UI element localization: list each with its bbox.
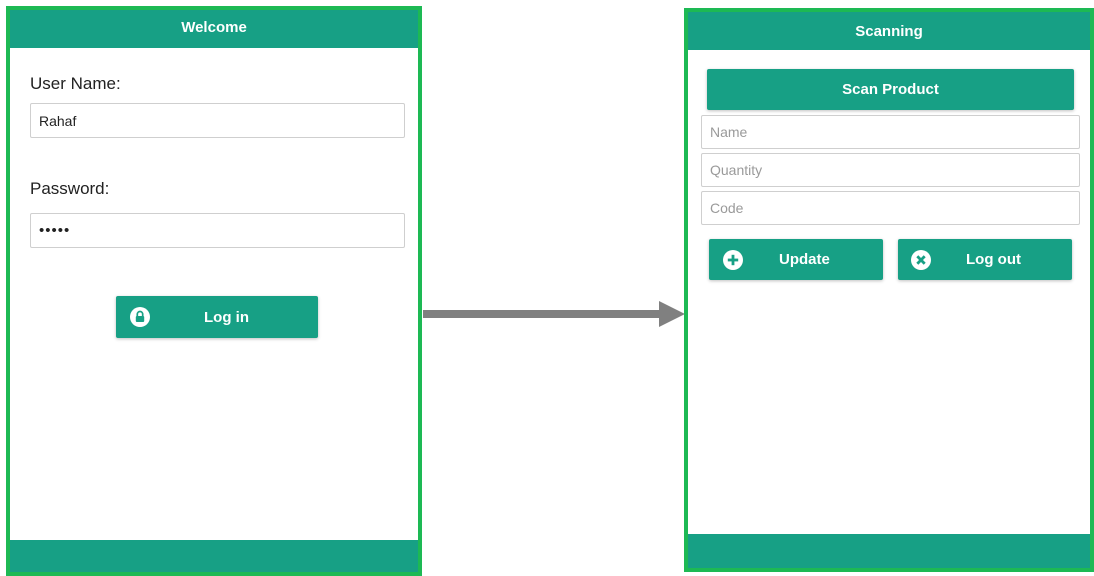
username-label: User Name: (30, 74, 121, 93)
scan-product-button[interactable]: Scan Product (707, 69, 1074, 110)
login-button-label: Log in (204, 308, 249, 326)
login-button[interactable]: Log in (116, 296, 318, 338)
username-input[interactable] (30, 103, 405, 138)
flow-arrow (423, 301, 685, 327)
update-button[interactable]: Update (709, 239, 883, 280)
quantity-input[interactable] (701, 153, 1080, 187)
scan-footer (688, 534, 1090, 568)
scan-header-title: Scanning (855, 23, 923, 40)
plus-icon (723, 249, 743, 270)
logout-button[interactable]: Log out (898, 239, 1072, 280)
login-header: Welcome (10, 10, 418, 48)
login-footer (10, 540, 418, 572)
login-screen: Welcome User Name: Password: Log in (6, 6, 422, 576)
login-header-title: Welcome (181, 19, 247, 36)
password-label: Password: (30, 179, 110, 198)
scan-product-button-label: Scan Product (842, 81, 939, 98)
logout-button-label: Log out (966, 251, 1021, 268)
lock-icon (130, 307, 150, 327)
scan-screen: Scanning Scan Product Update Log out (684, 8, 1094, 572)
name-input[interactable] (701, 115, 1080, 149)
scan-header: Scanning (688, 12, 1090, 50)
code-input[interactable] (701, 191, 1080, 225)
update-button-label: Update (779, 251, 830, 268)
close-icon (911, 249, 931, 270)
password-input[interactable] (30, 213, 405, 248)
